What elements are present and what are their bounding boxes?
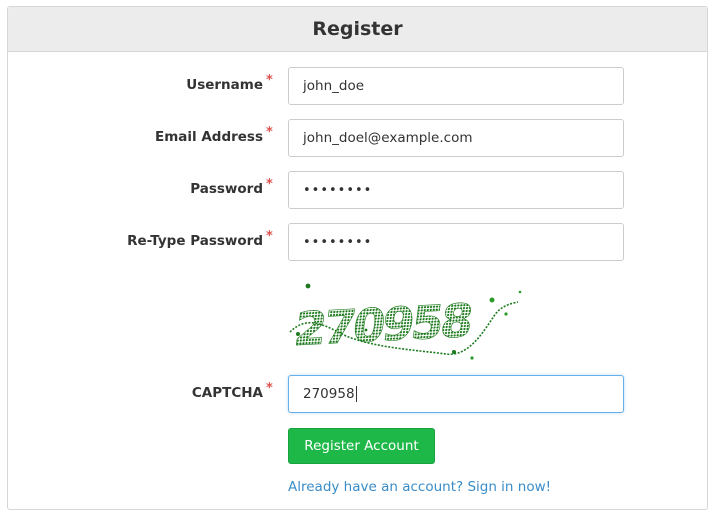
required-icon: * xyxy=(266,73,273,88)
required-icon: * xyxy=(266,177,273,192)
username-label: Username xyxy=(186,77,263,93)
panel-header: Register xyxy=(8,7,707,52)
required-icon: * xyxy=(266,381,273,396)
retype-password-field[interactable]: •••••••• xyxy=(288,223,624,261)
captcha-field[interactable]: 270958 xyxy=(288,375,624,413)
password-field[interactable]: •••••••• xyxy=(288,171,624,209)
password-label: Password xyxy=(190,181,263,197)
retype-password-value: •••••••• xyxy=(303,234,373,250)
register-panel: Register Username * john_doe Email Addre… xyxy=(7,6,708,510)
email-value: john_doel@example.com xyxy=(303,130,473,146)
text-caret xyxy=(355,386,357,402)
retype-password-label: Re-Type Password xyxy=(127,233,263,249)
username-field[interactable]: john_doe xyxy=(288,67,624,105)
page-title: Register xyxy=(312,18,403,40)
captcha-label: CAPTCHA xyxy=(191,385,263,401)
username-value: john_doe xyxy=(303,78,365,94)
email-label: Email Address xyxy=(154,129,263,145)
required-icon: * xyxy=(266,125,273,140)
sign-in-link[interactable]: Already have an account? Sign in now! xyxy=(288,479,551,495)
captcha-image: 270958 xyxy=(289,283,522,360)
register-account-button[interactable]: Register Account xyxy=(288,428,435,464)
password-value: •••••••• xyxy=(303,182,373,198)
captcha-text: 270958 xyxy=(291,294,474,357)
required-icon: * xyxy=(266,229,273,244)
email-field[interactable]: john_doel@example.com xyxy=(288,119,624,157)
captcha-value: 270958 xyxy=(303,386,355,402)
